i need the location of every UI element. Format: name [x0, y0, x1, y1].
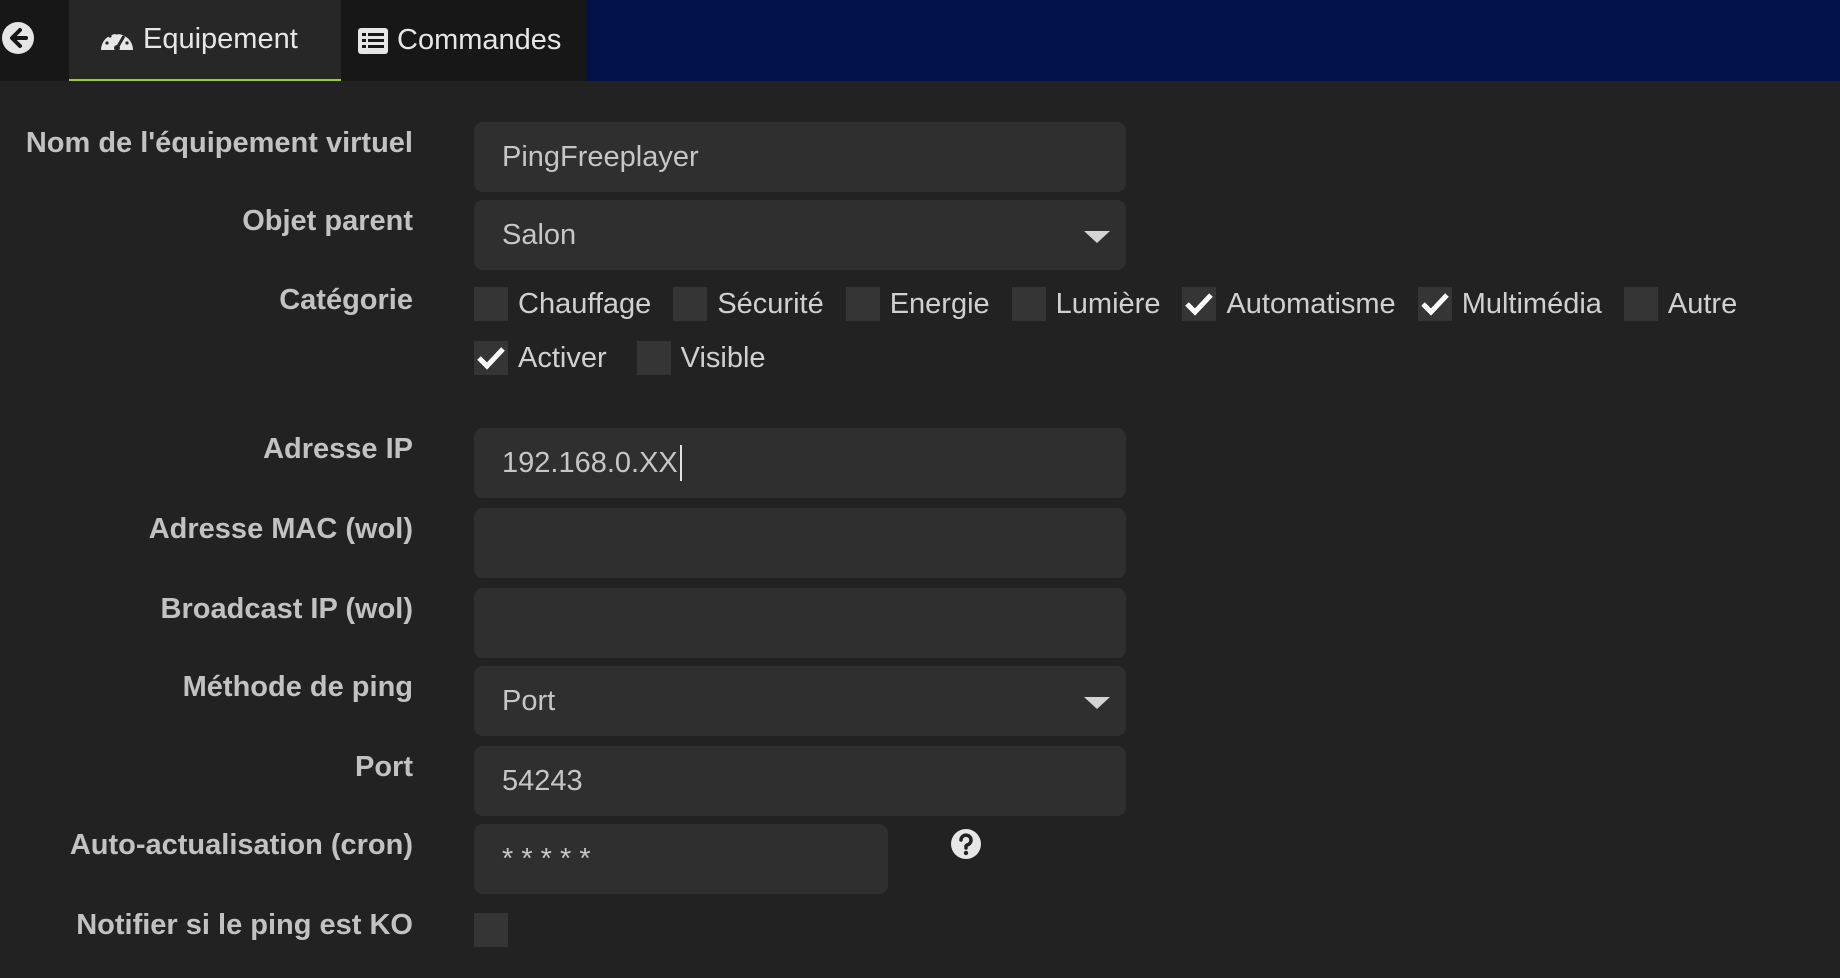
chevron-down-icon — [1084, 697, 1110, 709]
notify-checkbox[interactable] — [474, 913, 508, 947]
checkbox-checked[interactable] — [1182, 287, 1217, 321]
cron-input[interactable]: * * * * * — [474, 824, 888, 894]
checkbox-checked[interactable] — [474, 341, 508, 375]
check-icon — [477, 347, 505, 370]
port-value: 54243 — [502, 764, 583, 797]
category-checkboxes: Chauffage Sécurité Energie Lumière Autom… — [474, 284, 1737, 324]
chevron-down-icon — [1084, 231, 1110, 243]
tab-equipement[interactable]: Equipement — [69, 0, 341, 81]
category-securite[interactable]: Sécurité — [673, 287, 824, 321]
cron-value: * * * * * — [502, 842, 591, 875]
mac-label: Adresse MAC (wol) — [148, 513, 413, 545]
checkbox[interactable] — [673, 287, 708, 321]
check-icon — [1420, 293, 1449, 316]
name-value: PingFreeplayer — [502, 140, 699, 173]
category-energie-label: Energie — [889, 287, 990, 320]
category-chauffage[interactable]: Chauffage — [474, 287, 651, 321]
parent-select[interactable]: Salon — [474, 200, 1126, 270]
tachometer-icon — [101, 30, 133, 51]
visible-checkbox[interactable]: Visible — [636, 341, 766, 375]
tab-commandes-label: Commandes — [397, 24, 562, 56]
checkbox[interactable] — [1011, 287, 1046, 321]
port-input[interactable]: 54243 — [474, 746, 1126, 816]
category-chauffage-label: Chauffage — [518, 287, 652, 320]
checkbox[interactable] — [474, 287, 508, 321]
activate-label: Activer — [518, 341, 607, 374]
tab-equipement-label: Equipement — [143, 23, 298, 55]
checkbox[interactable] — [636, 341, 671, 375]
checkbox[interactable] — [1623, 287, 1658, 321]
category-securite-label: Sécurité — [717, 287, 824, 320]
category-energie[interactable]: Energie — [845, 287, 990, 321]
check-icon — [1185, 293, 1214, 316]
ip-value: 192.168.0.XX — [502, 446, 678, 479]
broadcast-label: Broadcast IP (wol) — [160, 593, 413, 625]
name-input[interactable]: PingFreeplayer — [474, 122, 1126, 192]
category-multimedia-label: Multimédia — [1461, 287, 1602, 320]
mac-input[interactable] — [474, 508, 1126, 578]
category-lumiere[interactable]: Lumière — [1011, 287, 1161, 321]
category-autre-label: Autre — [1667, 287, 1738, 320]
activate-checkbox[interactable]: Activer — [474, 341, 607, 375]
tab-commandes[interactable]: Commandes — [341, 0, 586, 81]
back-button[interactable] — [0, 20, 36, 56]
broadcast-input[interactable] — [474, 588, 1126, 658]
ip-input[interactable]: 192.168.0.XX — [474, 428, 1126, 498]
category-lumiere-label: Lumière — [1055, 287, 1161, 320]
text-cursor — [679, 445, 682, 481]
state-checkboxes: Activer Visible — [474, 338, 788, 378]
ping-method-select[interactable]: Port — [474, 666, 1126, 736]
ip-label: Adresse IP — [263, 433, 413, 465]
category-multimedia[interactable]: Multimédia — [1417, 287, 1602, 321]
help-button[interactable] — [950, 828, 982, 860]
parent-value: Salon — [502, 218, 577, 251]
checkbox[interactable] — [845, 287, 880, 321]
arrow-circle-left-icon — [2, 22, 34, 54]
ping-method-label: Méthode de ping — [182, 671, 413, 703]
question-circle-icon — [951, 829, 981, 859]
notify-label: Notifier si le ping est KO — [76, 909, 413, 941]
category-automatisme-label: Automatisme — [1226, 287, 1396, 320]
category-autre[interactable]: Autre — [1623, 287, 1738, 321]
port-label: Port — [355, 751, 413, 783]
ping-method-value: Port — [502, 684, 556, 717]
category-label: Catégorie — [279, 284, 413, 316]
checkbox-checked[interactable] — [1417, 287, 1452, 321]
list-alt-icon — [358, 27, 388, 54]
name-label: Nom de l'équipement virtuel — [25, 127, 413, 159]
cron-label: Auto-actualisation (cron) — [69, 829, 413, 861]
tab-strip: Equipement Commandes — [0, 0, 586, 81]
visible-label: Visible — [680, 341, 766, 374]
category-automatisme[interactable]: Automatisme — [1182, 287, 1396, 321]
parent-label: Objet parent — [242, 205, 413, 237]
